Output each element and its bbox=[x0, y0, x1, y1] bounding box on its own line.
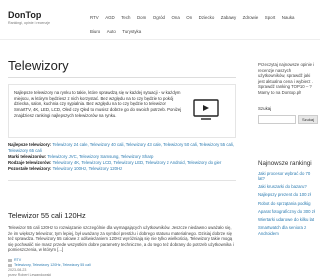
meta-label: Najlepsze telewizory: bbox=[8, 142, 52, 147]
search-label: Szukaj bbox=[258, 105, 272, 111]
page-title: Telewizory bbox=[8, 58, 69, 73]
ranking-link[interactable]: Smartwatch dla seniora z Androidem bbox=[258, 225, 318, 236]
search-input[interactable] bbox=[258, 114, 296, 124]
nav-item-agd[interactable]: AGD bbox=[105, 11, 115, 25]
title-divider bbox=[8, 77, 236, 78]
nav-item-rtv[interactable]: RTV bbox=[90, 11, 99, 25]
meta-links[interactable]: Telewizory 4K, Telewizory LCD, Telewizor… bbox=[53, 160, 222, 165]
ranking-link[interactable]: Najlepszy prezent do 100 zł bbox=[258, 192, 318, 198]
nav-item-nauka[interactable]: Nauka bbox=[282, 11, 295, 25]
site-header: DonTop Rankingi, opinie i recenzje RTV A… bbox=[0, 0, 320, 40]
meta-row: Pozostałe telewizory: Telewizory 100Hz, … bbox=[8, 166, 236, 172]
article-card: Telewizor 55 cali 120Hz Telewizor 55 cal… bbox=[8, 211, 236, 278]
nav-item-ogrod[interactable]: Ogród bbox=[153, 11, 165, 25]
ranking-link[interactable]: Jaki procesor wybrać do 70 lat? bbox=[258, 171, 318, 182]
article-tags[interactable]: Telewizory, Telewizory 120Hz, Telewizory… bbox=[14, 263, 91, 267]
recent-rankings-list: Jaki procesor wybrać do 70 lat? Jaki kru… bbox=[258, 171, 318, 237]
main-nav: RTV AGD Tech Dom Ogród Ona On Dziecko Za… bbox=[90, 11, 316, 39]
nav-item-biuro[interactable]: Biuro bbox=[90, 25, 100, 39]
article-author: przez Robert Lewandowski bbox=[8, 272, 52, 277]
nav-item-on[interactable]: On bbox=[186, 11, 192, 25]
meta-label: Rodzaje telewizorów: bbox=[8, 160, 52, 165]
ranking-link[interactable]: Jaki kruszarki do bazaru? bbox=[258, 184, 318, 190]
folder-icon bbox=[8, 258, 12, 262]
ranking-link[interactable]: Aparat fotograficzny do 300 zł bbox=[258, 209, 318, 215]
article-category[interactable]: RTV bbox=[14, 258, 21, 262]
meta-links[interactable]: Telewizory JVC, Telewizory Samsung, Tele… bbox=[47, 154, 153, 159]
ranking-link[interactable]: Wiertarki udarowe do kilku lat bbox=[258, 217, 318, 223]
nav-item-auto[interactable]: Auto bbox=[107, 25, 116, 39]
article-title[interactable]: Telewizor 55 cali 120Hz bbox=[8, 211, 236, 220]
sidebar-intro: Przeczytaj najnowsze opinie i recenzje n… bbox=[258, 62, 315, 95]
sidebar-heading: Najnowsze rankingi bbox=[258, 159, 312, 167]
category-links: Najlepsze telewizory: Telewizory 24 cale… bbox=[8, 142, 236, 172]
site-logo[interactable]: DonTop bbox=[8, 10, 41, 20]
meta-label: Pozostałe telewizory: bbox=[8, 166, 52, 171]
ranking-link[interactable]: Robot do sprzątania podłóg bbox=[258, 201, 318, 207]
site-tagline: Rankingi, opinie i recenzje bbox=[8, 21, 50, 25]
page: DonTop Rankingi, opinie i recenzje RTV A… bbox=[0, 0, 320, 280]
intro-box: Najlepsze telewizory na rynku to takie, … bbox=[8, 84, 236, 138]
sidebar: Przeczytaj najnowsze opinie i recenzje n… bbox=[258, 48, 318, 239]
nav-item-tech[interactable]: Tech bbox=[121, 11, 130, 25]
main-content: Telewizory Najlepsze telewizory na rynku… bbox=[8, 48, 240, 278]
article-meta: RTV Telewizory, Telewizory 120Hz, Telewi… bbox=[8, 258, 236, 278]
nav-item-sport[interactable]: Sport bbox=[265, 11, 276, 25]
search-button[interactable]: Szukaj bbox=[298, 114, 318, 124]
meta-links[interactable]: Telewizory 100Hz, Telewizory 120Hz bbox=[53, 166, 123, 171]
nav-item-ona[interactable]: Ona bbox=[171, 11, 179, 25]
search-form: Szukaj bbox=[258, 114, 318, 124]
section-divider bbox=[8, 180, 236, 181]
article-excerpt: Telewizor 55 cali 120Hz to rozwiązanie s… bbox=[8, 225, 234, 253]
nav-item-zabawy[interactable]: Zabawy bbox=[221, 11, 236, 25]
nav-item-turystyka[interactable]: Turystyka bbox=[122, 25, 162, 39]
tv-icon bbox=[193, 99, 219, 120]
nav-item-dom[interactable]: Dom bbox=[137, 11, 146, 25]
tag-icon bbox=[8, 263, 12, 267]
intro-text: Najlepsze telewizory na rynku to takie, … bbox=[14, 90, 182, 118]
nav-item-dziecko[interactable]: Dziecko bbox=[199, 11, 215, 25]
meta-row: Najlepsze telewizory: Telewizory 24 cale… bbox=[8, 142, 236, 154]
meta-label: Marki telewizorów: bbox=[8, 154, 47, 159]
nav-item-zdrowie[interactable]: Zdrowie bbox=[243, 11, 259, 25]
